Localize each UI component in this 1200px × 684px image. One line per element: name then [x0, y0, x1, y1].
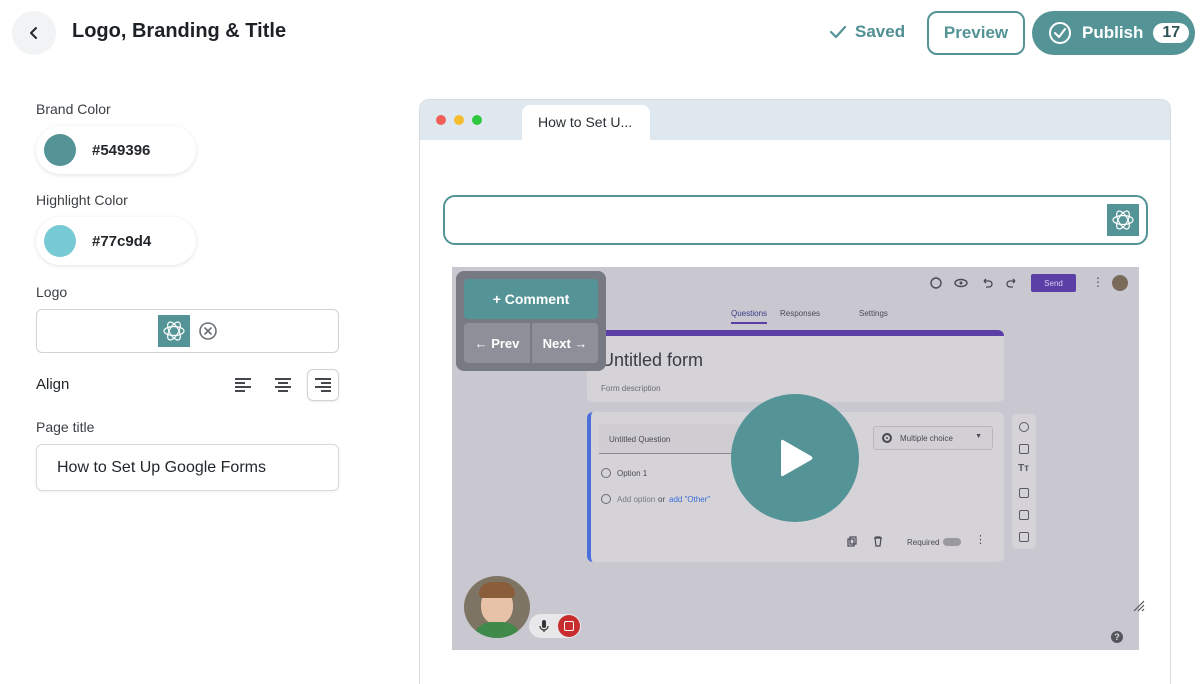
- highlight-color-value: #77c9d4: [92, 232, 152, 250]
- align-right-button[interactable]: [307, 369, 339, 401]
- align-left-icon: [235, 378, 251, 392]
- copy-icon: [847, 536, 857, 547]
- close-dot-icon: [436, 115, 446, 125]
- form-user-avatar: [1112, 275, 1128, 291]
- or-label: or: [658, 495, 666, 504]
- dropdown-arrow-icon: ▼: [975, 433, 982, 440]
- add-option: Add option: [617, 495, 656, 504]
- add-question-icon: [1019, 422, 1029, 432]
- page-title-input[interactable]: [36, 444, 339, 491]
- brand-color-value: #549396: [92, 141, 151, 159]
- brand-color-swatch[interactable]: [44, 134, 76, 166]
- publish-button[interactable]: Publish 17: [1032, 11, 1195, 55]
- logo-label: Logo: [36, 284, 68, 300]
- logo-upload-field[interactable]: [36, 309, 339, 353]
- minimize-dot-icon: [454, 115, 464, 125]
- avatar-shirt: [472, 622, 522, 638]
- brand-color-picker[interactable]: #549396: [36, 126, 196, 174]
- close-circle-icon[interactable]: [198, 321, 218, 341]
- align-label: Align: [36, 376, 70, 393]
- saved-label: Saved: [855, 22, 906, 41]
- play-button[interactable]: [731, 394, 859, 522]
- align-center-icon: [275, 378, 291, 392]
- comment-overlay-panel: + Comment ← Prev Next →: [456, 271, 606, 371]
- video-icon: [1019, 510, 1029, 520]
- back-button[interactable]: [12, 11, 56, 55]
- align-right-icon: [315, 378, 331, 392]
- help-icon[interactable]: ?: [1111, 631, 1123, 643]
- check-circle-icon: [1049, 22, 1071, 44]
- align-left-button[interactable]: [227, 369, 259, 401]
- image-icon: [1019, 488, 1029, 498]
- resize-handle-icon[interactable]: [1133, 600, 1145, 612]
- more-vert-icon: ⋮: [975, 534, 986, 546]
- required-toggle: [943, 538, 961, 546]
- browser-tab-bar: How to Set U...: [420, 100, 1170, 140]
- recording-controls: [529, 614, 581, 638]
- radio-icon: [601, 494, 611, 504]
- section-icon: [1019, 532, 1029, 542]
- next-button[interactable]: Next →: [532, 323, 598, 363]
- align-center-button[interactable]: [267, 369, 299, 401]
- page-title-label: Page title: [36, 419, 95, 435]
- undo-icon: [983, 278, 993, 288]
- browser-preview: How to Set U... Send ⋮ Questions Respons…: [419, 99, 1171, 684]
- check-icon: [829, 25, 847, 39]
- avatar-hair: [479, 582, 515, 598]
- browser-tab[interactable]: How to Set U...: [522, 105, 650, 140]
- palette-icon: [930, 277, 942, 289]
- form-description: Form description: [601, 384, 661, 393]
- eye-icon: [954, 278, 968, 288]
- radio-filled-icon: [882, 433, 892, 443]
- webcam-bubble: [464, 576, 530, 638]
- radio-icon: [601, 468, 611, 478]
- brand-color-label: Brand Color: [36, 101, 111, 117]
- form-send-button: Send: [1031, 274, 1076, 292]
- required-label: Required: [907, 538, 940, 547]
- question-placeholder: Untitled Question: [609, 435, 671, 444]
- more-vert-icon: ⋮: [1092, 275, 1104, 289]
- preview-header-bar: [443, 195, 1148, 245]
- video-player[interactable]: Send ⋮ Questions Responses Settings Unti…: [452, 267, 1139, 650]
- form-tab-settings: Settings: [859, 309, 888, 318]
- saved-status: Saved: [829, 22, 905, 42]
- highlight-color-label: Highlight Color: [36, 192, 128, 208]
- publish-count-badge: 17: [1153, 23, 1190, 43]
- redo-icon: [1006, 278, 1016, 288]
- maximize-dot-icon: [472, 115, 482, 125]
- text-icon: Tт: [1018, 463, 1030, 474]
- form-tab-responses: Responses: [780, 309, 821, 318]
- stop-icon[interactable]: [558, 615, 580, 637]
- highlight-color-picker[interactable]: #77c9d4: [36, 217, 196, 265]
- comment-button[interactable]: + Comment: [464, 279, 598, 319]
- logo-preview: [158, 315, 190, 347]
- page-title: Logo, Branding & Title: [72, 20, 287, 42]
- question-type-value: Multiple choice: [900, 434, 953, 443]
- import-icon: [1019, 444, 1029, 454]
- prev-button[interactable]: ← Prev: [464, 323, 530, 363]
- preview-button[interactable]: Preview: [927, 11, 1025, 55]
- question-title-field: Untitled Question: [599, 424, 739, 454]
- add-other-link: add "Other": [669, 495, 711, 504]
- trash-icon: [874, 536, 882, 547]
- highlight-color-swatch[interactable]: [44, 225, 76, 257]
- flower-logo-icon: [163, 321, 185, 341]
- chevron-left-icon: [30, 27, 37, 39]
- question-type-select: Multiple choice ▼: [873, 426, 993, 450]
- flower-logo-icon: [1112, 210, 1134, 230]
- form-tab-questions: Questions: [731, 309, 768, 324]
- form-tools-sidebar: Tт: [1012, 414, 1036, 549]
- option-1: Option 1: [617, 469, 648, 478]
- publish-label: Publish: [1082, 23, 1144, 42]
- preview-logo: [1107, 204, 1139, 236]
- play-icon: [781, 439, 813, 477]
- form-title: Untitled form: [601, 350, 704, 370]
- mic-icon[interactable]: [539, 619, 549, 633]
- form-title-card: Untitled form Form description: [587, 330, 1004, 402]
